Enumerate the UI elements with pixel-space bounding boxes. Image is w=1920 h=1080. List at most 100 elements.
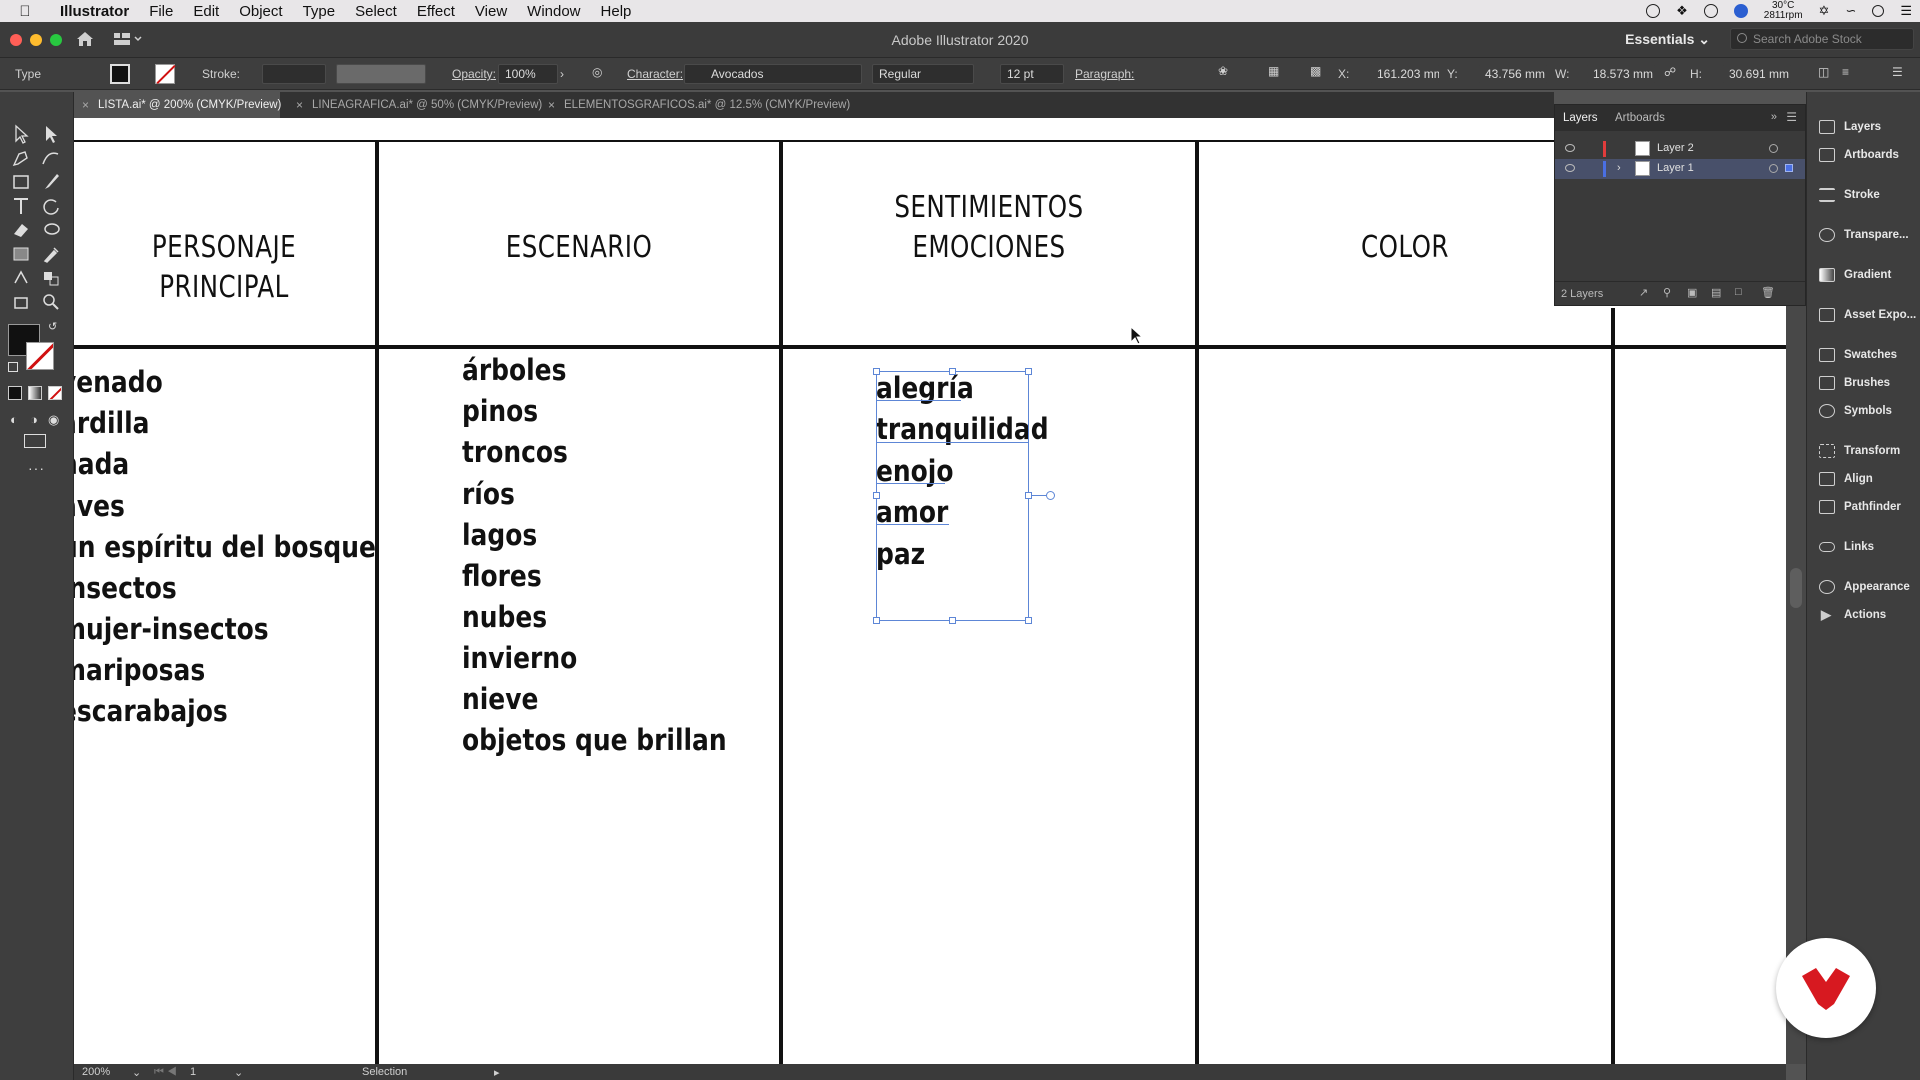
gradient-mode-icon[interactable] — [28, 386, 42, 400]
lasso-tool-icon[interactable] — [40, 220, 62, 240]
artboard-canvas[interactable]: PERSONAJE PRINCIPAL ESCENARIO SENTIMIENTO… — [74, 118, 1786, 1064]
record-icon[interactable] — [1646, 4, 1661, 18]
list-item[interactable]: pinos — [462, 391, 538, 432]
width-field[interactable]: 18.573 mm — [1586, 64, 1656, 84]
list-item[interactable]: flores — [462, 556, 542, 597]
variable-width-profile[interactable] — [336, 64, 426, 84]
dock-symbols[interactable]: Symbols — [1807, 398, 1920, 424]
layer-row-layer-1[interactable]: › Layer 1 — [1555, 159, 1805, 179]
height-field[interactable]: 30.691 mm — [1722, 64, 1792, 84]
direct-selection-tool-icon[interactable] — [40, 124, 62, 144]
reference-point-icon[interactable]: ▩ — [1310, 64, 1321, 78]
selection-indicator[interactable] — [1785, 164, 1793, 172]
fill-color-swatch[interactable] — [110, 64, 130, 84]
expand-layer-chevron-icon[interactable]: › — [1617, 162, 1621, 174]
x-position-field[interactable]: 161.203 mm — [1370, 64, 1440, 84]
resize-handle[interactable] — [873, 492, 880, 499]
dock-gradient[interactable]: Gradient — [1807, 262, 1920, 288]
dock-layers[interactable]: Layers — [1807, 114, 1920, 140]
control-bar-menu-icon[interactable]: ☰ — [1892, 65, 1903, 79]
rotate-tool-icon[interactable] — [40, 196, 62, 216]
tab-lineagrafica[interactable]: × LINEAGRAFICA.ai* @ 50% (CMYK/Preview) — [288, 92, 542, 118]
character-label[interactable]: Character: — [627, 67, 683, 81]
zoom-tool-icon[interactable] — [40, 292, 62, 312]
type-tool-icon[interactable] — [10, 196, 32, 216]
draw-normal-icon[interactable]: ◐ — [10, 412, 18, 427]
export-icon[interactable]: ↗ — [1639, 286, 1648, 299]
stroke-label[interactable]: Stroke: — [202, 67, 240, 81]
shape-mode-icon[interactable]: ❀ — [1218, 64, 1228, 78]
rectangle-tool-icon[interactable] — [10, 172, 32, 192]
dock-swatches[interactable]: Swatches — [1807, 342, 1920, 368]
menu-app-name[interactable]: Illustrator — [50, 3, 139, 20]
artboard-nav-arrows-icon[interactable]: ⏮ ◀ — [154, 1066, 177, 1079]
artboard-tool-icon[interactable] — [10, 292, 32, 312]
menu-window[interactable]: Window — [517, 3, 590, 20]
resize-handle[interactable] — [1025, 617, 1032, 624]
list-item[interactable]: ardilla — [74, 403, 149, 444]
fan-icon[interactable]: ✡ — [1819, 3, 1830, 19]
stroke-weight-field[interactable] — [262, 64, 326, 84]
text-out-port[interactable] — [1046, 491, 1055, 500]
opacity-label[interactable]: Opacity: — [452, 67, 496, 81]
menu-select[interactable]: Select — [345, 3, 407, 20]
menu-type[interactable]: Type — [293, 3, 346, 20]
locate-object-icon[interactable]: ⚲ — [1663, 286, 1671, 299]
status-text[interactable]: Selection — [362, 1066, 407, 1078]
draw-behind-icon[interactable]: ◑ — [30, 412, 38, 427]
swap-fill-stroke-icon[interactable]: ↺ — [48, 320, 57, 333]
isolate-icon[interactable]: ≡ — [1842, 65, 1849, 79]
font-style-field[interactable]: Regular — [872, 64, 974, 84]
menu-view[interactable]: View — [465, 3, 517, 20]
dock-align[interactable]: Align — [1807, 466, 1920, 492]
eraser-tool-icon[interactable] — [10, 220, 32, 240]
layer-name[interactable]: Layer 1 — [1657, 162, 1694, 174]
eyedropper-tool-icon[interactable] — [40, 244, 62, 264]
resize-handle[interactable] — [873, 368, 880, 375]
notification-center-icon[interactable]: ☰ — [1900, 3, 1912, 19]
pen-tool-icon[interactable] — [10, 148, 32, 168]
resize-handle[interactable] — [1025, 368, 1032, 375]
screen-mode-icon[interactable] — [24, 434, 46, 448]
list-item[interactable]: mariposas — [74, 650, 205, 691]
paragraph-label[interactable]: Paragraph: — [1075, 67, 1134, 81]
menu-file[interactable]: File — [139, 3, 183, 20]
clipping-mask-icon[interactable]: ▣ — [1687, 286, 1697, 299]
dock-asset-export[interactable]: Asset Expo... — [1807, 302, 1920, 328]
new-layer-icon[interactable]: □ — [1735, 286, 1742, 298]
shape-builder-tool-icon[interactable] — [40, 268, 62, 288]
temperature-monitor[interactable]: 30°C 2811rpm — [1764, 1, 1803, 21]
sync-icon[interactable] — [1703, 4, 1718, 18]
stroke-color-swatch[interactable] — [155, 64, 175, 84]
list-item[interactable]: un espíritu del bosque — [74, 527, 376, 568]
chevron-right-icon[interactable]: ▸ — [494, 1066, 500, 1079]
distribute-icon[interactable]: ▦ — [1268, 64, 1279, 78]
resize-handle[interactable] — [949, 617, 956, 624]
menu-edit[interactable]: Edit — [183, 3, 229, 20]
dock-appearance[interactable]: Appearance — [1807, 574, 1920, 600]
recolor-icon[interactable]: ◎ — [592, 65, 602, 79]
dock-pathfinder[interactable]: Pathfinder — [1807, 494, 1920, 520]
gradient-tool-icon[interactable] — [10, 244, 32, 264]
list-item[interactable]: nieve — [462, 679, 538, 720]
chevron-right-icon[interactable]: › — [560, 67, 564, 81]
dropbox-icon[interactable]: ❖ — [1676, 3, 1688, 19]
font-size-field[interactable]: 12 pt — [1000, 64, 1064, 84]
layer-target-icon[interactable] — [1769, 144, 1778, 153]
trash-icon[interactable]: 🗑 — [1761, 286, 1775, 299]
resize-handle[interactable] — [1025, 492, 1032, 499]
chevron-down-icon[interactable]: ⌄ — [234, 1066, 243, 1079]
list-item[interactable]: insectos — [74, 568, 177, 609]
transform-icon[interactable]: ◫ — [1818, 65, 1829, 79]
dock-brushes[interactable]: Brushes — [1807, 370, 1920, 396]
layer-row-layer-2[interactable]: Layer 2 — [1555, 139, 1805, 159]
list-item[interactable]: venado — [74, 362, 163, 403]
constrain-proportions-icon[interactable]: ☍ — [1664, 65, 1676, 79]
dock-transparency[interactable]: Transpare... — [1807, 222, 1920, 248]
list-item[interactable]: árboles — [462, 350, 566, 391]
layer-target-icon[interactable] — [1769, 164, 1778, 173]
dock-stroke[interactable]: Stroke — [1807, 182, 1920, 208]
dock-artboards[interactable]: Artboards — [1807, 142, 1920, 168]
wifi-icon[interactable]: ∽ — [1845, 3, 1856, 19]
paintbrush-tool-icon[interactable] — [40, 172, 62, 192]
